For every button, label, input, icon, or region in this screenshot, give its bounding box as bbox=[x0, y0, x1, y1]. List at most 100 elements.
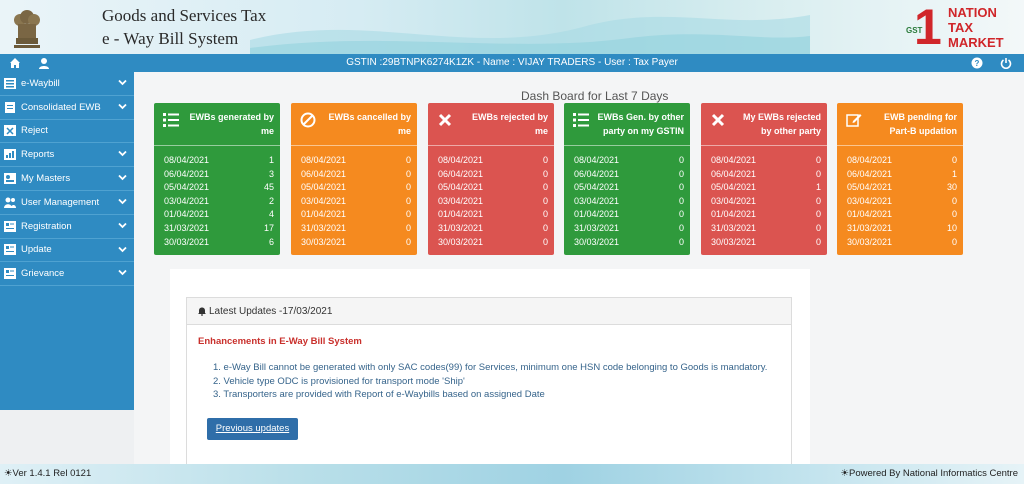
row-date: 03/04/2021 bbox=[301, 195, 347, 206]
sidebar-item-reports[interactable]: Reports bbox=[0, 143, 134, 168]
card-row[interactable]: 06/04/2021 1 bbox=[847, 168, 957, 182]
row-count: 2 bbox=[268, 195, 274, 206]
card-row[interactable]: 31/03/2021 0 bbox=[711, 222, 821, 236]
sidebar-item-e-waybill[interactable]: e-Waybill bbox=[0, 72, 134, 96]
card-row[interactable]: 30/03/2021 0 bbox=[301, 236, 411, 250]
power-icon[interactable] bbox=[999, 56, 1013, 70]
dashboard-card[interactable]: My EWBs rejected by other party 08/04/202… bbox=[701, 103, 827, 255]
card-row[interactable]: 31/03/2021 0 bbox=[438, 222, 548, 236]
svg-text:?: ? bbox=[975, 59, 980, 68]
card-row[interactable]: 03/04/2021 0 bbox=[847, 195, 957, 209]
card-row[interactable]: 31/03/2021 0 bbox=[301, 222, 411, 236]
row-date: 31/03/2021 bbox=[301, 222, 347, 233]
row-count: 0 bbox=[542, 155, 548, 165]
card-row[interactable]: 03/04/2021 0 bbox=[438, 195, 548, 209]
previous-updates-button[interactable]: Previous updates bbox=[207, 418, 298, 440]
sidebar-item-user-management[interactable]: User Management bbox=[0, 191, 134, 215]
card-row[interactable]: 08/04/2021 0 bbox=[711, 154, 821, 168]
card-row[interactable]: 06/04/2021 0 bbox=[574, 168, 684, 182]
card-row[interactable]: 03/04/2021 2 bbox=[164, 195, 274, 209]
card-row[interactable]: 06/04/2021 0 bbox=[711, 168, 821, 182]
sidebar-item-my-masters[interactable]: My Masters bbox=[0, 167, 134, 191]
chevron-down-icon bbox=[118, 175, 127, 181]
card-row[interactable]: 06/04/2021 0 bbox=[438, 168, 548, 182]
logo-gst-text: GST bbox=[906, 26, 923, 35]
national-emblem-icon bbox=[14, 10, 40, 48]
app-footer: ☀Ver 1.4.1 Rel 0121 ☀Powered By National… bbox=[0, 464, 1024, 484]
card-row[interactable]: 08/04/2021 0 bbox=[574, 154, 684, 168]
dashboard-card[interactable]: EWBs Gen. by other party on my GSTIN 08/0… bbox=[564, 103, 690, 255]
row-count: 30 bbox=[946, 182, 957, 193]
card-row[interactable]: 01/04/2021 0 bbox=[711, 208, 821, 222]
row-date: 05/04/2021 bbox=[574, 182, 620, 193]
dashboard-card[interactable]: EWB pending for Part-B updation 08/04/202… bbox=[837, 103, 963, 255]
row-count: 0 bbox=[815, 236, 821, 247]
report-icon bbox=[4, 149, 16, 161]
row-count: 4 bbox=[268, 209, 274, 220]
row-date: 03/04/2021 bbox=[438, 195, 484, 206]
logo-word-market: MARKET bbox=[948, 35, 1004, 50]
chevron-down-icon bbox=[118, 151, 127, 157]
updates-list: 1. e-Way Bill cannot be generated with o… bbox=[213, 361, 767, 402]
card-row[interactable]: 30/03/2021 0 bbox=[574, 236, 684, 250]
card-row[interactable]: 31/03/2021 10 bbox=[847, 222, 957, 236]
card-row[interactable]: 03/04/2021 0 bbox=[711, 195, 821, 209]
card-row[interactable]: 31/03/2021 0 bbox=[574, 222, 684, 236]
card-row[interactable]: 05/04/2021 0 bbox=[574, 181, 684, 195]
sidebar-item-update[interactable]: Update bbox=[0, 239, 134, 263]
card-row[interactable]: 08/04/2021 0 bbox=[847, 154, 957, 168]
row-count: 0 bbox=[815, 209, 821, 220]
sidebar-item-grievance[interactable]: Grievance bbox=[0, 262, 134, 287]
card-row[interactable]: 08/04/2021 0 bbox=[301, 154, 411, 168]
row-date: 30/03/2021 bbox=[847, 236, 893, 247]
card-header: EWBs generated by me bbox=[154, 103, 280, 146]
card-row[interactable]: 01/04/2021 0 bbox=[574, 208, 684, 222]
version-label: Ver 1.4.1 Rel 0121 bbox=[12, 468, 92, 479]
list-item: 2. Vehicle type ODC is provisioned for t… bbox=[213, 375, 465, 387]
sidebar-item-label: Grievance bbox=[21, 268, 65, 280]
row-count: 0 bbox=[678, 209, 684, 220]
sidebar-menu: e-Waybill Consolidated EWB Reject Report… bbox=[0, 72, 134, 410]
card-row[interactable]: 01/04/2021 4 bbox=[164, 208, 274, 222]
card-row[interactable]: 05/04/2021 0 bbox=[438, 181, 548, 195]
card-row[interactable]: 01/04/2021 0 bbox=[847, 208, 957, 222]
card-row[interactable]: 05/04/2021 0 bbox=[301, 181, 411, 195]
card-row[interactable]: 03/04/2021 0 bbox=[301, 195, 411, 209]
sitemap-icon bbox=[4, 77, 16, 89]
help-icon[interactable]: ? bbox=[970, 56, 984, 70]
dashboard-card[interactable]: EWBs cancelled by me 08/04/2021 0 06/04/202… bbox=[291, 103, 417, 255]
card-row[interactable]: 30/03/2021 0 bbox=[438, 236, 548, 250]
card-rows: 08/04/2021 0 06/04/2021 0 05/04/2021 0 03/04/2… bbox=[428, 146, 554, 249]
card-row[interactable]: 30/03/2021 6 bbox=[164, 236, 274, 250]
card-row[interactable]: 06/04/2021 0 bbox=[301, 168, 411, 182]
row-count: 0 bbox=[542, 168, 548, 179]
card-row[interactable]: 31/03/2021 17 bbox=[164, 222, 274, 236]
card-row[interactable]: 03/04/2021 0 bbox=[574, 195, 684, 209]
card-title: EWBs cancelled by me bbox=[328, 112, 411, 136]
card-header: EWB pending for Part-B updation bbox=[837, 103, 963, 146]
card-row[interactable]: 08/04/2021 0 bbox=[438, 154, 548, 168]
sidebar-item-label: Consolidated EWB bbox=[21, 101, 101, 113]
sidebar-item-reject[interactable]: Reject bbox=[0, 120, 134, 144]
card-row[interactable]: 30/03/2021 0 bbox=[711, 236, 821, 250]
dashboard-card[interactable]: EWBs generated by me 08/04/2021 1 06/04/202… bbox=[154, 103, 280, 255]
sidebar-item-registration[interactable]: Registration bbox=[0, 215, 134, 239]
card-rows: 08/04/2021 0 06/04/2021 1 05/04/2021 30 03/04/… bbox=[837, 146, 963, 249]
row-count: 0 bbox=[951, 236, 957, 247]
card-row[interactable]: 01/04/2021 0 bbox=[438, 208, 548, 222]
card-row[interactable]: 30/03/2021 0 bbox=[847, 236, 957, 250]
dashboard-card[interactable]: EWBs rejected by me 08/04/2021 0 06/04/2021… bbox=[428, 103, 554, 255]
row-date: 06/04/2021 bbox=[711, 168, 757, 179]
masters-icon bbox=[4, 173, 16, 185]
card-row[interactable]: 05/04/2021 1 bbox=[711, 181, 821, 195]
card-row[interactable]: 01/04/2021 0 bbox=[301, 208, 411, 222]
latest-updates-panel: Latest Updates -17/03/2021 Enhancements … bbox=[186, 297, 792, 477]
row-date: 30/03/2021 bbox=[438, 236, 484, 247]
sidebar-item-consolidated-ewb[interactable]: Consolidated EWB bbox=[0, 96, 134, 120]
row-date: 08/04/2021 bbox=[301, 155, 347, 165]
card-row[interactable]: 08/04/2021 1 bbox=[164, 154, 274, 168]
card-row[interactable]: 05/04/2021 30 bbox=[847, 181, 957, 195]
card-row[interactable]: 06/04/2021 3 bbox=[164, 168, 274, 182]
card-row[interactable]: 05/04/2021 45 bbox=[164, 181, 274, 195]
row-count: 0 bbox=[542, 222, 548, 233]
